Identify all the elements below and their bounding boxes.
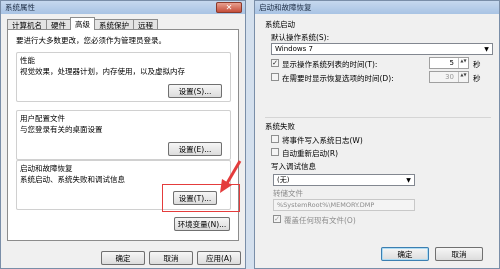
- show-os-list-seconds[interactable]: 5 ▲▼: [429, 57, 469, 69]
- debug-info-label: 写入调试信息: [271, 162, 316, 171]
- show-os-list-label: 显示操作系统列表的时间(T):: [282, 60, 378, 69]
- startup-cancel-button[interactable]: 取消: [435, 247, 483, 261]
- overwrite-checkbox[interactable]: ✓: [273, 215, 281, 223]
- user-profiles-desc: 与您登录有关的桌面设置: [20, 125, 103, 134]
- close-icon: ✕: [225, 3, 233, 12]
- system-properties-window: 系统属性 ✕ 计算机名 硬件 高级 系统保护 远程 要进行大多数更改，您必须作为…: [0, 0, 246, 269]
- admin-note: 要进行大多数更改，您必须作为管理员登录。: [16, 36, 166, 45]
- user-profiles-group: 用户配置文件 与您登录有关的桌面设置 设置(E)...: [16, 110, 231, 160]
- startup-recovery-window: 启动和故障恢复 系统启动 默认操作系统(S): Windows 7 ▼ ✓ 显示…: [254, 0, 500, 269]
- startup-ok-button[interactable]: 确定: [381, 247, 429, 261]
- dump-file-input[interactable]: %SystemRoot%\MEMORY.DMP: [273, 199, 415, 211]
- debug-info-select[interactable]: (无) ▼: [273, 174, 415, 186]
- show-recovery-label: 在需要时显示恢复选项的时间(D):: [282, 74, 394, 83]
- tab-advanced[interactable]: 高级: [70, 17, 95, 30]
- red-arrow-annotation: [220, 160, 242, 193]
- environment-variables-button[interactable]: 环境变量(N)...: [174, 217, 230, 231]
- system-startup-heading: 系统启动: [265, 20, 295, 29]
- dump-file-label: 转储文件: [273, 189, 303, 198]
- system-properties-titlebar[interactable]: 系统属性 ✕: [1, 1, 245, 14]
- cancel-button[interactable]: 取消: [149, 251, 193, 265]
- default-os-label: 默认操作系统(S):: [271, 33, 330, 42]
- auto-restart-label: 自动重新启动(R): [282, 149, 339, 158]
- performance-settings-button[interactable]: 设置(S)...: [168, 84, 222, 98]
- close-button[interactable]: ✕: [216, 2, 242, 13]
- chevron-down-icon: ▼: [406, 176, 411, 184]
- write-event-checkbox[interactable]: [271, 135, 279, 143]
- chevron-down-icon: ▼: [484, 45, 489, 53]
- user-profiles-title: 用户配置文件: [20, 114, 65, 123]
- performance-title: 性能: [20, 56, 35, 65]
- startup-recovery-desc: 系统启动、系统失败和调试信息: [20, 175, 125, 184]
- default-os-value: Windows 7: [275, 45, 313, 53]
- startup-recovery-titlebar[interactable]: 启动和故障恢复: [255, 1, 499, 14]
- spinner-arrows-icon[interactable]: ▲▼: [458, 72, 468, 82]
- show-recovery-checkbox[interactable]: [271, 73, 279, 81]
- overwrite-label: 覆盖任何现有文件(O): [284, 216, 356, 225]
- apply-button[interactable]: 应用(A): [197, 251, 241, 265]
- ok-button[interactable]: 确定: [101, 251, 145, 265]
- divider: [265, 117, 491, 118]
- auto-restart-checkbox[interactable]: [271, 148, 279, 156]
- performance-desc: 视觉效果，处理器计划，内存使用，以及虚拟内存: [20, 67, 185, 76]
- spinner-arrows-icon[interactable]: ▲▼: [458, 58, 468, 68]
- show-recovery-value: 30: [445, 73, 454, 81]
- user-profiles-settings-button[interactable]: 设置(E)...: [168, 142, 222, 156]
- default-os-select[interactable]: Windows 7 ▼: [271, 43, 493, 55]
- system-failure-heading: 系统失败: [265, 122, 295, 131]
- dump-file-value: %SystemRoot%\MEMORY.DMP: [277, 201, 375, 209]
- show-recovery-seconds[interactable]: 30 ▲▼: [429, 71, 469, 83]
- show-os-list-checkbox[interactable]: ✓: [271, 59, 279, 67]
- show-os-list-unit: 秒: [473, 60, 481, 69]
- show-recovery-unit: 秒: [473, 74, 481, 83]
- performance-group: 性能 视觉效果，处理器计划，内存使用，以及虚拟内存 设置(S)...: [16, 52, 231, 102]
- debug-info-value: (无): [277, 176, 290, 184]
- startup-recovery-window-title: 启动和故障恢复: [259, 3, 312, 12]
- write-event-label: 将事件写入系统日志(W): [282, 136, 363, 145]
- startup-recovery-title: 启动和故障恢复: [20, 164, 73, 173]
- system-properties-title: 系统属性: [5, 3, 35, 12]
- show-os-list-value: 5: [449, 59, 454, 67]
